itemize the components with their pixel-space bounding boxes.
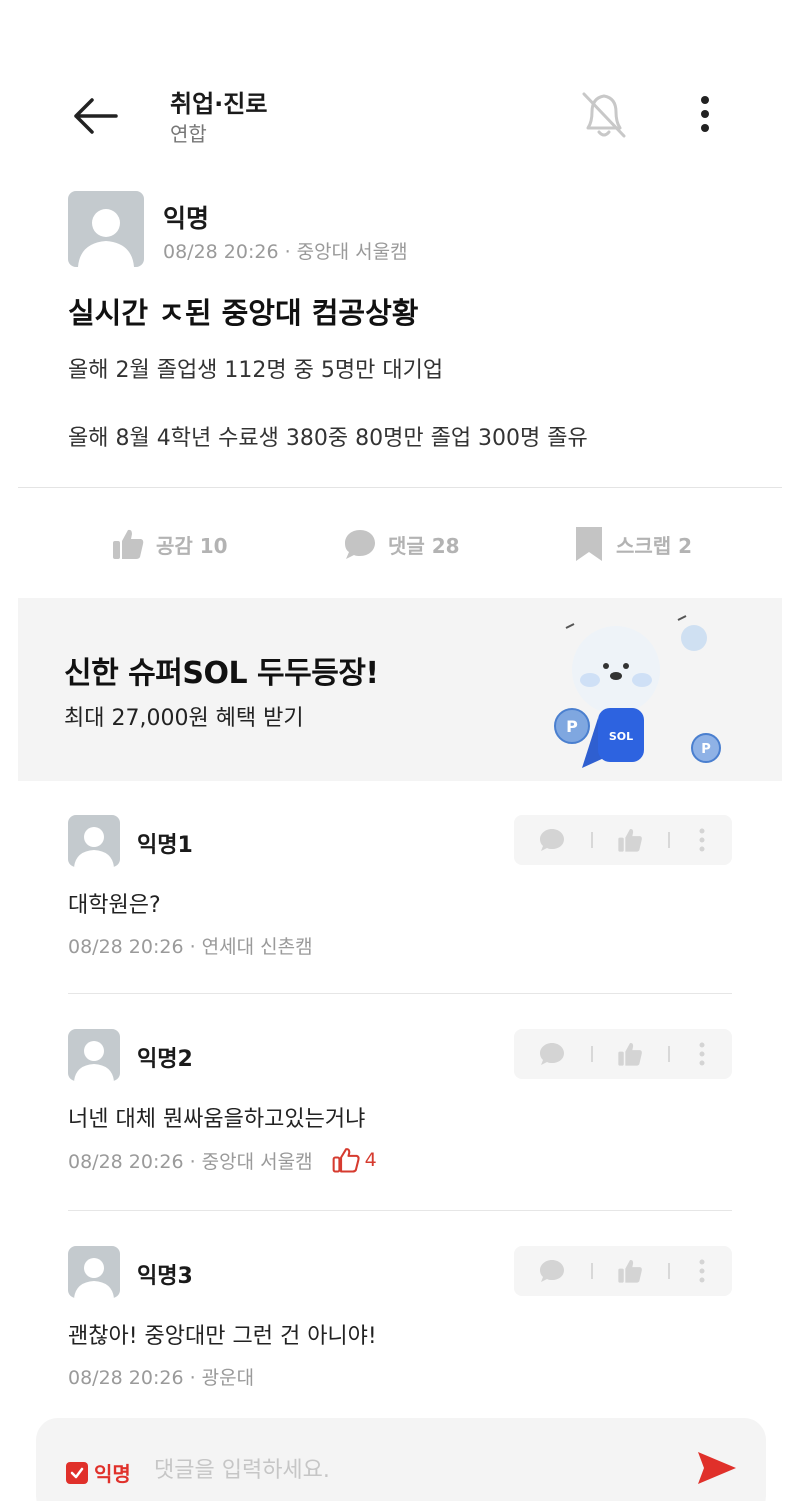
default-profile-icon xyxy=(74,827,114,867)
comment-like-button[interactable] xyxy=(610,1254,650,1288)
bookmark-icon xyxy=(576,527,602,561)
comment-like-count: 4 xyxy=(331,1146,377,1174)
anonymous-checkbox[interactable]: 익명 xyxy=(66,1458,131,1487)
ad-title: 신한 슈퍼SOL 두두등장! xyxy=(64,656,379,691)
default-profile-icon xyxy=(74,1258,114,1298)
thumbs-up-icon xyxy=(618,1042,642,1066)
coin-label: P xyxy=(701,742,711,757)
author-avatar xyxy=(68,191,144,267)
reply-button[interactable] xyxy=(532,1254,572,1288)
board-title: 취업·진로 xyxy=(170,90,268,118)
post-body-line: 올해 2월 졸업생 112명 중 5명만 대기업 xyxy=(68,358,444,383)
comment-more-button[interactable] xyxy=(682,823,722,857)
checkbox-checked-icon xyxy=(66,1461,88,1484)
reply-button[interactable] xyxy=(532,823,572,857)
default-profile-icon xyxy=(74,1041,114,1081)
default-profile-icon xyxy=(78,209,134,267)
separator xyxy=(591,832,593,848)
more-options-button[interactable] xyxy=(690,92,720,138)
separator xyxy=(591,1046,593,1062)
thumbs-up-outline-icon xyxy=(332,1148,360,1173)
comment-more-button[interactable] xyxy=(682,1037,722,1071)
separator xyxy=(668,1263,670,1279)
speech-bubble-icon xyxy=(540,829,564,851)
speech-bubble-icon xyxy=(540,1260,564,1282)
comment-like-button[interactable] xyxy=(610,823,650,857)
comment-divider xyxy=(68,1210,732,1211)
notification-toggle-button[interactable] xyxy=(574,88,634,142)
more-vertical-icon xyxy=(699,1042,705,1066)
commenter-avatar xyxy=(68,815,120,867)
more-vertical-icon xyxy=(699,1259,705,1283)
separator xyxy=(668,1046,670,1062)
comment-input-bar: 익명 xyxy=(36,1418,766,1501)
commenter-avatar xyxy=(68,1029,120,1081)
commenter-avatar xyxy=(68,1246,120,1298)
comment-like-number: 4 xyxy=(364,1149,377,1171)
comment-count: 댓글 28 xyxy=(388,533,460,558)
post-actions: 공감 10 댓글 28 스크랩 2 xyxy=(0,515,800,573)
post-meta: 08/28 20:26 · 중앙대 서울캠 xyxy=(163,241,408,263)
like-count: 공감 10 xyxy=(156,533,228,558)
comment-toolbar xyxy=(514,1029,732,1079)
comment-text: 괜찮아! 중앙대만 그런 건 아니야! xyxy=(68,1324,377,1349)
like-button[interactable]: 공감 10 xyxy=(110,515,228,573)
reply-button[interactable] xyxy=(532,1037,572,1071)
comment-divider xyxy=(68,993,732,994)
thumbs-up-icon xyxy=(618,1259,642,1283)
thumbs-up-icon xyxy=(618,828,642,852)
post-title: 실시간 ㅈ된 중앙대 컴공상황 xyxy=(68,296,419,330)
mascot-badge: SOL xyxy=(609,730,633,743)
comment-toolbar xyxy=(514,815,732,865)
comment-like-button[interactable] xyxy=(610,1037,650,1071)
comment-input[interactable] xyxy=(154,1452,674,1488)
back-button[interactable] xyxy=(66,92,122,140)
ad-banner[interactable]: 신한 슈퍼SOL 두두등장! 최대 27,000원 혜택 받기 SOL P P xyxy=(18,598,782,781)
thumbs-up-icon xyxy=(113,529,144,559)
send-button[interactable] xyxy=(692,1446,740,1490)
comment-meta-text: 08/28 20:26 · 광운대 xyxy=(68,1367,255,1389)
comment-meta-text: 08/28 20:26 · 중앙대 서울캠 xyxy=(68,1150,313,1173)
coin-label: P xyxy=(566,717,578,736)
speech-bubble-icon xyxy=(540,1043,564,1065)
comment-toolbar xyxy=(514,1246,732,1296)
more-vertical-icon xyxy=(701,96,709,132)
comment-meta: 08/28 20:26 · 광운대 xyxy=(68,1363,254,1390)
comment-text: 너넨 대체 뭔싸움을하고있는거냐 xyxy=(68,1107,366,1132)
separator xyxy=(668,832,670,848)
post-author: 익명 xyxy=(163,204,210,233)
anonymous-label: 익명 xyxy=(94,1462,131,1486)
bell-off-icon xyxy=(582,92,626,138)
comment-meta-text: 08/28 20:26 · 연세대 신촌캠 xyxy=(68,936,313,958)
scrap-count: 스크랩 2 xyxy=(616,533,693,558)
commenter-name: 익명2 xyxy=(137,1047,193,1072)
ad-subtitle: 최대 27,000원 혜택 받기 xyxy=(64,706,304,731)
comment-text: 대학원은? xyxy=(68,893,161,918)
divider xyxy=(18,487,782,488)
mascot-illustration: SOL P P xyxy=(554,615,721,768)
commenter-name: 익명1 xyxy=(137,833,193,858)
arrow-left-icon xyxy=(74,98,118,134)
top-bar: 취업·진로 연합 xyxy=(0,0,800,175)
comment-button[interactable]: 댓글 28 xyxy=(342,515,800,573)
scrap-button[interactable]: 스크랩 2 xyxy=(572,515,692,573)
send-icon xyxy=(698,1452,736,1484)
speech-bubble-icon xyxy=(345,530,375,559)
separator xyxy=(591,1263,593,1279)
comment-meta: 08/28 20:26 · 중앙대 서울캠 4 xyxy=(68,1146,377,1174)
board-subtitle: 연합 xyxy=(170,122,207,146)
post-body-line: 올해 8월 4학년 수료생 380중 80명만 졸업 300명 졸유 xyxy=(68,426,588,451)
comment-more-button[interactable] xyxy=(682,1254,722,1288)
comment-meta: 08/28 20:26 · 연세대 신촌캠 xyxy=(68,932,313,959)
more-vertical-icon xyxy=(699,828,705,852)
commenter-name: 익명3 xyxy=(137,1264,193,1289)
